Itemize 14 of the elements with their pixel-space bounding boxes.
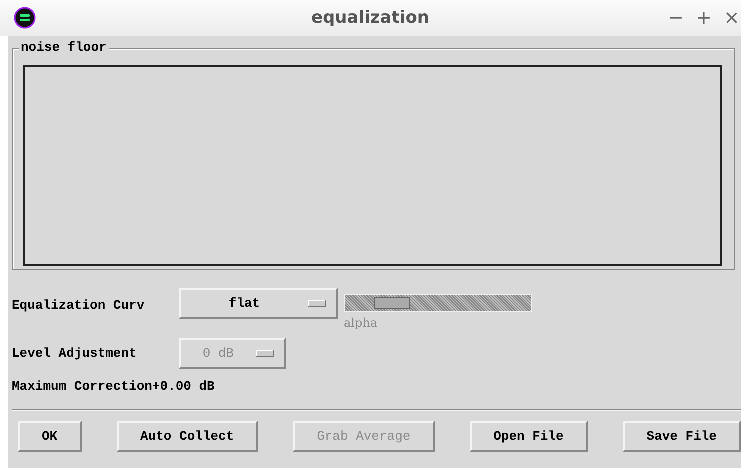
dialog-button[interactable]: Open File (470, 421, 588, 452)
field-label: Level Adjustment (12, 345, 138, 361)
app-icon[interactable] (14, 7, 36, 29)
window-title: equalization (311, 8, 430, 28)
window-control[interactable]: × (723, 7, 741, 29)
max-correction-text: Maximum Correction+0.00 dB (12, 379, 215, 394)
window-control[interactable]: − (667, 7, 685, 29)
dialog-button[interactable]: OK (18, 421, 82, 452)
dialog-button[interactable]: Auto Collect (116, 421, 258, 452)
dialog-button[interactable]: Save File (622, 421, 741, 452)
window-control[interactable]: + (695, 7, 713, 29)
field-label: Equalization Curv (12, 297, 146, 313)
curve-dropdown[interactable]: flat (179, 288, 338, 319)
slider-label: alpha (344, 316, 379, 330)
